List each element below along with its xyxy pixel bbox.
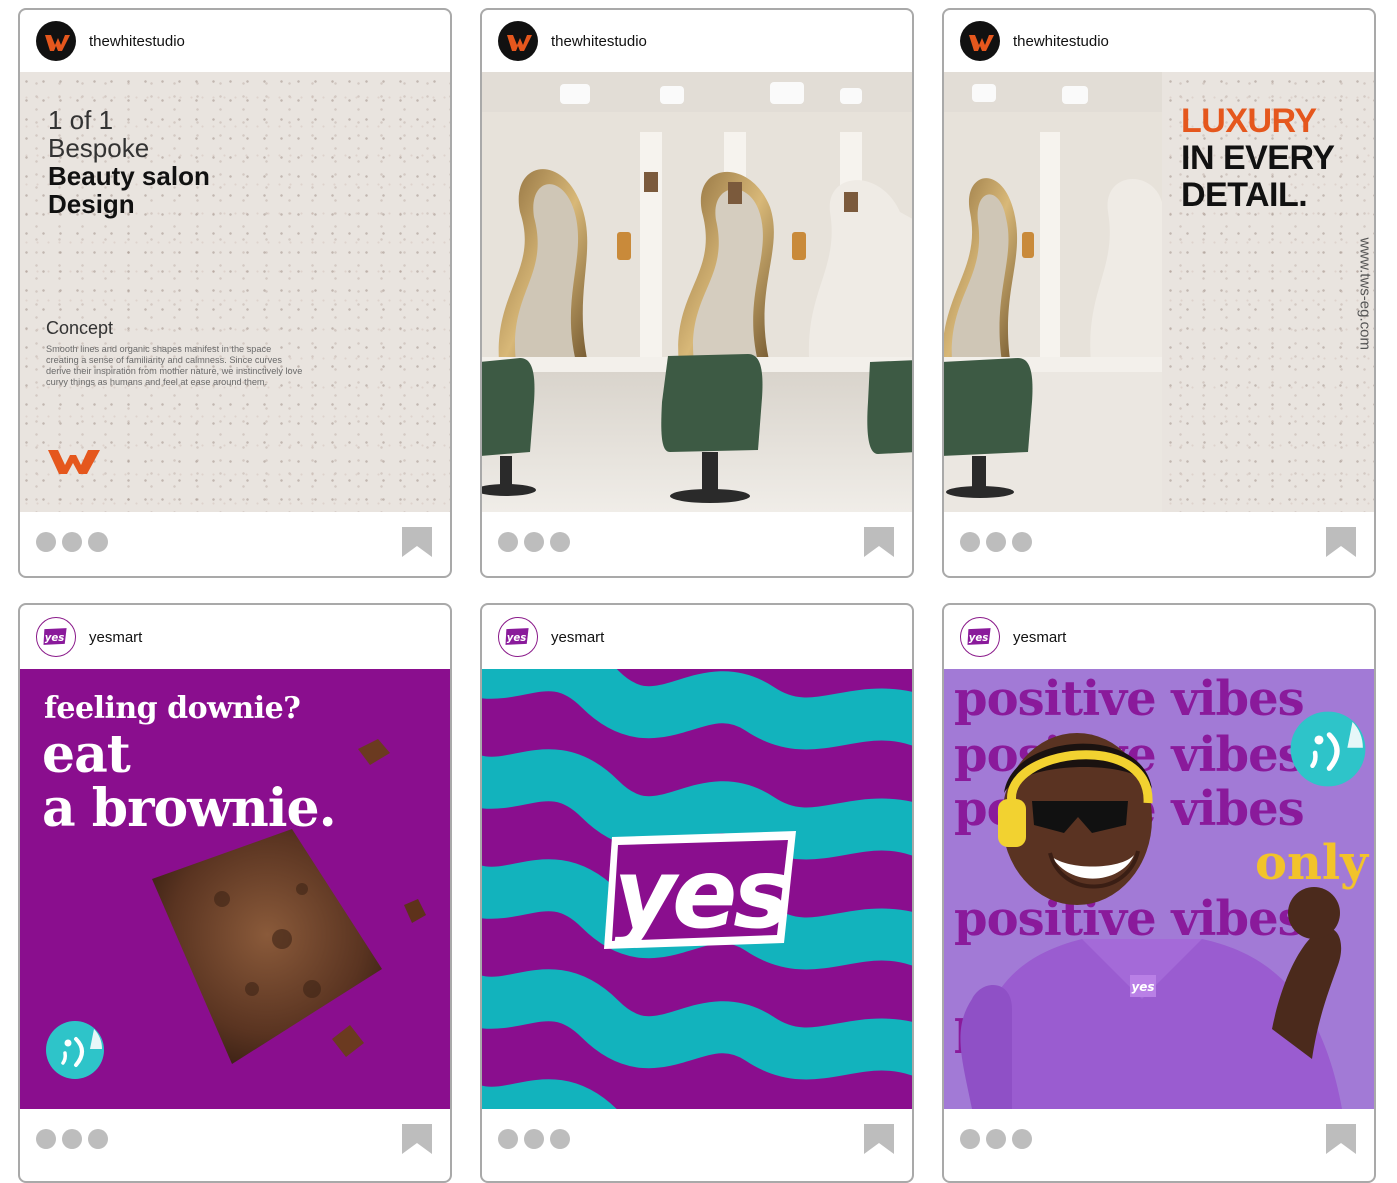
bookmark-icon[interactable] bbox=[864, 527, 894, 557]
vibes-text-line: positive vibes bbox=[954, 671, 1305, 727]
svg-text:yes: yes bbox=[969, 633, 989, 644]
winking-face-sticker-icon bbox=[1290, 711, 1366, 787]
thewhitestudio-logo-icon[interactable] bbox=[36, 21, 76, 61]
text-panel: LUXURY IN EVERY DETAIL. www.tws-eg.com bbox=[1162, 72, 1374, 512]
post-card-2: thewhitestudio bbox=[480, 8, 914, 578]
bookmark-icon[interactable] bbox=[402, 527, 432, 557]
chocolate-piece-image bbox=[404, 899, 426, 923]
post-footer bbox=[944, 1109, 1374, 1171]
tws-w-logo-icon bbox=[48, 450, 100, 474]
post-card-4: yes yesmart feeling downie? eat a browni… bbox=[18, 603, 452, 1183]
username[interactable]: yesmart bbox=[89, 629, 142, 646]
post-line-1: 1 of 1 bbox=[48, 105, 114, 135]
bookmark-icon[interactable] bbox=[864, 1124, 894, 1154]
post-footer bbox=[482, 1109, 912, 1171]
post-line-2: Bespoke bbox=[48, 133, 150, 163]
three-dots-icon[interactable] bbox=[498, 532, 570, 552]
post-card-5: yes yesmart yes bbox=[480, 603, 914, 1183]
hoodie-logo-text: yes bbox=[1131, 980, 1154, 994]
wave-pattern-background: yes bbox=[482, 669, 912, 1109]
post-image[interactable]: positive vibes positive vibes positive v… bbox=[944, 669, 1374, 1109]
salon-interior-illustration bbox=[944, 72, 1162, 512]
post-line-1: feeling downie? bbox=[44, 691, 301, 726]
username[interactable]: thewhitestudio bbox=[89, 33, 185, 50]
yesmart-logo-icon[interactable]: yes bbox=[36, 617, 76, 657]
post-footer bbox=[20, 1109, 450, 1171]
three-dots-icon[interactable] bbox=[36, 1129, 108, 1149]
post-footer bbox=[20, 512, 450, 574]
yesmart-logo-icon[interactable]: yes bbox=[498, 617, 538, 657]
post-headline-luxury: LUXURY bbox=[1181, 102, 1317, 140]
post-footer bbox=[944, 512, 1374, 574]
post-footer bbox=[482, 512, 912, 574]
post-headline-line-3: DETAIL. bbox=[1181, 176, 1308, 214]
concept-body: Smooth lines and organic shapes manifest… bbox=[46, 344, 303, 387]
svg-text:yes: yes bbox=[45, 633, 65, 644]
post-header: thewhitestudio bbox=[20, 10, 450, 72]
winking-face-sticker-icon bbox=[46, 1021, 104, 1079]
post-image[interactable]: 1 of 1 Bespoke Beauty salon Design Conce… bbox=[20, 72, 450, 512]
chocolate-piece-image bbox=[332, 1025, 364, 1057]
svg-text:yes: yes bbox=[507, 633, 527, 644]
website-url: www.tws-eg.com bbox=[1357, 237, 1374, 350]
post-line-4: Design bbox=[48, 189, 135, 219]
post-header: thewhitestudio bbox=[482, 10, 912, 72]
three-dots-icon[interactable] bbox=[960, 1129, 1032, 1149]
post-line-3: Beauty salon bbox=[48, 161, 210, 191]
bookmark-icon[interactable] bbox=[402, 1124, 432, 1154]
bookmark-icon[interactable] bbox=[1326, 527, 1356, 557]
yes-logo-text: yes bbox=[614, 838, 788, 950]
post-image[interactable]: LUXURY IN EVERY DETAIL. www.tws-eg.com bbox=[944, 72, 1374, 512]
post-card-1: thewhitestudio 1 of 1 Bespoke Beauty sal… bbox=[18, 8, 452, 578]
three-dots-icon[interactable] bbox=[498, 1129, 570, 1149]
username[interactable]: thewhitestudio bbox=[551, 33, 647, 50]
username[interactable]: thewhitestudio bbox=[1013, 33, 1109, 50]
post-header: yes yesmart bbox=[482, 605, 912, 669]
post-header: thewhitestudio bbox=[944, 10, 1374, 72]
concept-title: Concept bbox=[46, 318, 114, 338]
post-image[interactable]: feeling downie? eat a brownie. bbox=[20, 669, 450, 1109]
salon-interior-illustration bbox=[482, 72, 912, 512]
username[interactable]: yesmart bbox=[551, 629, 604, 646]
bookmark-icon[interactable] bbox=[1326, 1124, 1356, 1154]
yesmart-logo-icon[interactable]: yes bbox=[960, 617, 1000, 657]
post-header: yes yesmart bbox=[20, 605, 450, 669]
thewhitestudio-logo-icon[interactable] bbox=[960, 21, 1000, 61]
username[interactable]: yesmart bbox=[1013, 629, 1066, 646]
chocolate-piece-image bbox=[358, 739, 390, 765]
post-header: yes yesmart bbox=[944, 605, 1374, 669]
post-card-6: yes yesmart positive vibes positive vibe… bbox=[942, 603, 1376, 1183]
post-image[interactable] bbox=[482, 72, 912, 512]
post-line-2: eat bbox=[42, 724, 131, 785]
post-headline-line-2: IN EVERY bbox=[1181, 139, 1335, 177]
three-dots-icon[interactable] bbox=[960, 532, 1032, 552]
post-image[interactable]: yes bbox=[482, 669, 912, 1109]
three-dots-icon[interactable] bbox=[36, 532, 108, 552]
post-card-3: thewhitestudio LUXURY IN EVERY DETAIL. w… bbox=[942, 8, 1376, 578]
thewhitestudio-logo-icon[interactable] bbox=[498, 21, 538, 61]
